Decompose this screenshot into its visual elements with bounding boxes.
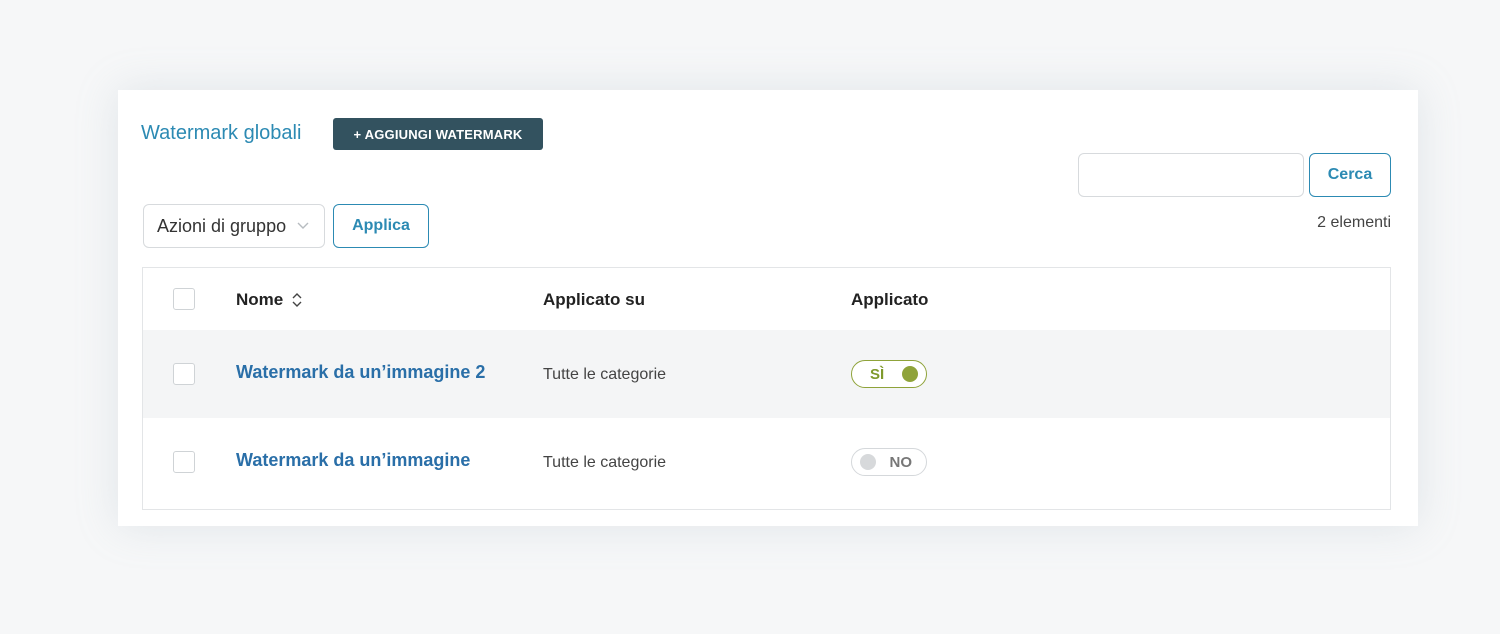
applied-toggle[interactable]: NO: [851, 448, 927, 476]
table-header-row: Nome Applicato su Applicato: [143, 268, 1390, 330]
column-header-applied-on: Applicato su: [543, 290, 646, 309]
bulk-actions-select[interactable]: Azioni di gruppo: [143, 204, 325, 248]
sort-icon[interactable]: [291, 292, 303, 308]
search-input[interactable]: [1078, 153, 1304, 197]
item-count: 2 elementi: [1317, 214, 1391, 231]
watermark-name-link[interactable]: Watermark da un’immagine 2: [236, 362, 485, 383]
add-watermark-button[interactable]: + AGGIUNGI WATERMARK: [333, 118, 543, 150]
watermark-panel: Watermark globali + AGGIUNGI WATERMARK C…: [118, 90, 1418, 526]
table-row: Watermark da un’immagine Tutte le catego…: [143, 418, 1390, 506]
watermark-table: Nome Applicato su Applicato Watermark da…: [142, 267, 1391, 510]
toggle-knob: [860, 454, 876, 470]
row-checkbox[interactable]: [173, 451, 195, 473]
applied-on-cell: Tutte le categorie: [543, 366, 667, 383]
select-all-checkbox[interactable]: [173, 288, 195, 310]
column-header-applied: Applicato: [851, 290, 929, 309]
toggle-label: SÌ: [870, 365, 885, 383]
watermark-name-link[interactable]: Watermark da un’immagine: [236, 450, 470, 471]
bulk-actions-selected: Azioni di gruppo: [157, 215, 287, 236]
table-row: Watermark da un’immagine 2 Tutte le cate…: [143, 330, 1390, 418]
column-header-name-label: Nome: [236, 290, 284, 309]
apply-bulk-button[interactable]: Applica: [333, 204, 429, 248]
applied-on-cell: Tutte le categorie: [543, 454, 667, 471]
chevron-down-icon: [297, 222, 309, 229]
applied-toggle[interactable]: SÌ: [851, 360, 927, 388]
column-header-name[interactable]: Nome: [236, 290, 303, 310]
panel-content: Watermark globali + AGGIUNGI WATERMARK C…: [123, 102, 1404, 522]
search-button[interactable]: Cerca: [1309, 153, 1391, 197]
toggle-label: NO: [889, 453, 913, 471]
toggle-knob: [902, 366, 918, 382]
row-checkbox[interactable]: [173, 363, 195, 385]
page-title: Watermark globali: [141, 122, 302, 144]
